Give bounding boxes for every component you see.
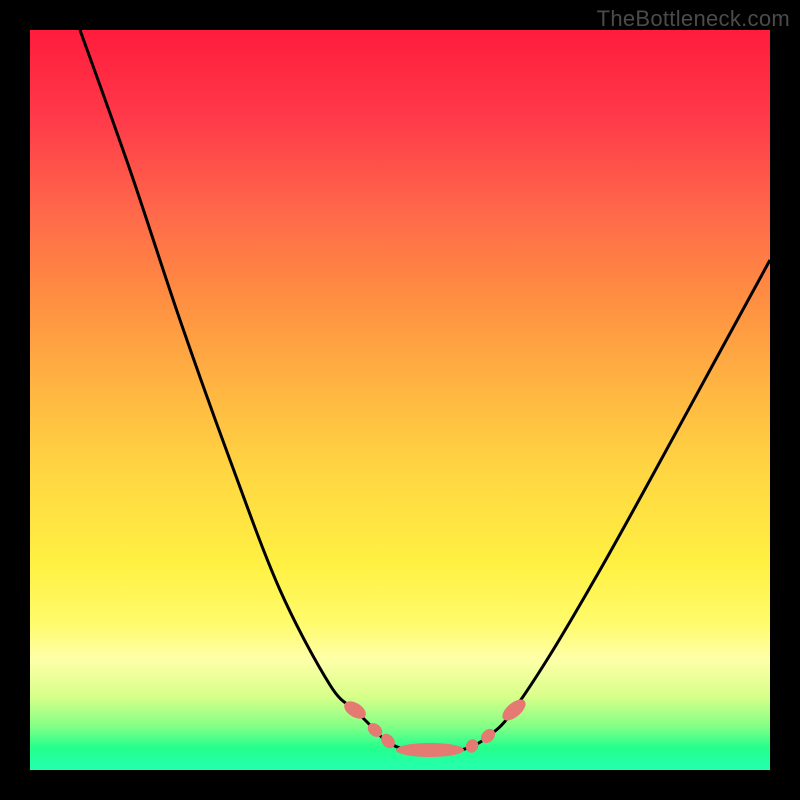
chart-plot-area xyxy=(30,30,770,770)
watermark-label: TheBottleneck.com xyxy=(597,6,790,32)
